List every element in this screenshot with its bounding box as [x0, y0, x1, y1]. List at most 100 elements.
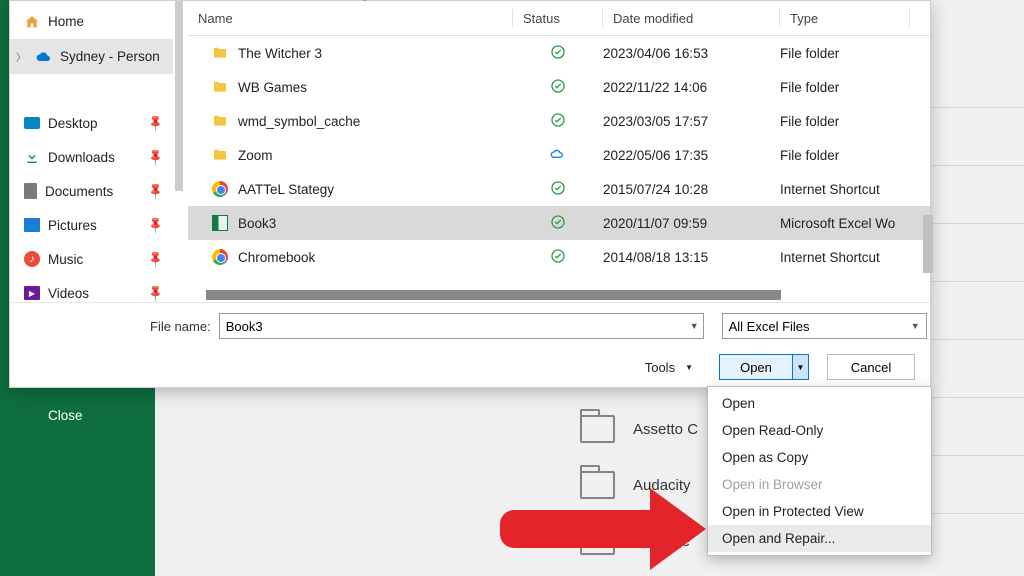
- sidebar-item-label: Downloads: [48, 150, 115, 165]
- tools-button[interactable]: Tools▼: [637, 356, 701, 379]
- column-header-name[interactable]: Name: [188, 1, 513, 35]
- status-check-icon: [550, 248, 566, 267]
- cancel-button[interactable]: Cancel: [827, 354, 915, 380]
- chrome-icon: [212, 181, 228, 197]
- sidebar-item-documents[interactable]: Documents📌: [10, 174, 173, 208]
- file-type: Microsoft Excel Wo: [780, 216, 910, 231]
- folder-icon: [212, 113, 228, 129]
- file-name: wmd_symbol_cache: [238, 114, 360, 129]
- status-check-icon: [550, 78, 566, 97]
- sidebar-item-personal[interactable]: 〉 Sydney - Person: [10, 39, 173, 74]
- horizontal-scrollbar[interactable]: [206, 290, 916, 300]
- file-row[interactable]: WB Games 2022/11/22 14:06File folder: [188, 70, 930, 104]
- open-options-menu: Open Open Read-Only Open as Copy Open in…: [707, 386, 932, 556]
- menu-item-open-protected[interactable]: Open in Protected View: [708, 498, 931, 525]
- file-type: File folder: [780, 114, 910, 129]
- music-icon: ♪: [24, 251, 40, 267]
- chevron-down-icon: ▼: [685, 363, 693, 372]
- excel-icon: [212, 215, 228, 231]
- close-label[interactable]: Close: [48, 408, 83, 423]
- file-row[interactable]: The Witcher 3 2023/04/06 16:53File folder: [188, 36, 930, 70]
- cloud-icon: [36, 49, 52, 65]
- column-header-status[interactable]: Status: [513, 1, 603, 35]
- open-split-button[interactable]: Open ▼: [719, 354, 809, 380]
- file-type: File folder: [780, 80, 910, 95]
- menu-item-open-copy[interactable]: Open as Copy: [708, 444, 931, 471]
- file-row[interactable]: Book3 2020/11/07 09:59Microsoft Excel Wo: [188, 206, 930, 240]
- download-icon: [24, 149, 40, 165]
- sidebar-item-label: Videos: [48, 286, 89, 301]
- menu-item-open-readonly[interactable]: Open Read-Only: [708, 417, 931, 444]
- file-date: 2014/08/18 13:15: [603, 250, 780, 265]
- sidebar-item-label: Documents: [45, 184, 113, 199]
- file-name: WB Games: [238, 80, 307, 95]
- folder-icon: [212, 147, 228, 163]
- sidebar-item-home[interactable]: Home: [10, 4, 173, 39]
- file-date: 2023/04/06 16:53: [603, 46, 780, 61]
- dialog-footer: File name: ▼ All Excel Files ▼ Tools▼ Op…: [10, 302, 930, 387]
- status-check-icon: [550, 112, 566, 131]
- file-date: 2022/11/22 14:06: [603, 80, 780, 95]
- file-type: File folder: [780, 148, 910, 163]
- chrome-icon: [212, 249, 228, 265]
- column-header-type[interactable]: Type: [780, 1, 910, 35]
- file-name: Chromebook: [238, 250, 315, 265]
- file-name: AATTeL Stategy: [238, 182, 334, 197]
- status-check-icon: [550, 214, 566, 233]
- file-row[interactable]: wmd_symbol_cache 2023/03/05 17:57File fol…: [188, 104, 930, 138]
- pin-icon: 📌: [145, 215, 165, 235]
- menu-item-open-repair[interactable]: Open and Repair...: [708, 525, 931, 552]
- sidebar-item-downloads[interactable]: Downloads 📌: [10, 140, 173, 174]
- file-row[interactable]: Zoom 2022/05/06 17:35File folder: [188, 138, 930, 172]
- file-name: Zoom: [238, 148, 273, 163]
- sidebar-scrollbar[interactable]: [175, 1, 183, 191]
- pin-icon: 📌: [145, 147, 165, 167]
- column-headers: Name Status Date modified Type: [188, 1, 930, 36]
- menu-item-open[interactable]: Open: [708, 390, 931, 417]
- home-icon: [24, 14, 40, 30]
- file-date: 2015/07/24 10:28: [603, 182, 780, 197]
- folder-outline-icon: [580, 415, 615, 443]
- file-date: 2020/11/07 09:59: [603, 216, 780, 231]
- folder-icon: [212, 45, 228, 61]
- file-row[interactable]: Chromebook 2014/08/18 13:15Internet Short…: [188, 240, 930, 274]
- desktop-icon: [24, 117, 40, 129]
- file-date: 2023/03/05 17:57: [603, 114, 780, 129]
- open-button[interactable]: Open: [720, 355, 792, 379]
- filetype-dropdown[interactable]: All Excel Files ▼: [722, 313, 927, 339]
- sidebar: Home 〉 Sydney - Person Desktop📌 Download…: [10, 1, 173, 303]
- chevron-right-icon: 〉: [16, 49, 26, 64]
- pin-icon: 📌: [145, 249, 165, 269]
- folder-icon: [212, 79, 228, 95]
- sidebar-item-music[interactable]: ♪Music📌: [10, 242, 173, 276]
- sidebar-item-label: Desktop: [48, 116, 98, 131]
- sidebar-item-label: Pictures: [48, 218, 97, 233]
- file-type: Internet Shortcut: [780, 250, 910, 265]
- sidebar-item-label: Home: [48, 14, 84, 29]
- file-date: 2022/05/06 17:35: [603, 148, 780, 163]
- status-check-icon: [550, 44, 566, 63]
- file-list: ˆ Name Status Date modified Type The Wit…: [188, 1, 930, 303]
- status-cloud-icon: [550, 146, 566, 165]
- video-icon: ▶: [24, 286, 40, 300]
- document-icon: [24, 183, 37, 199]
- filetype-label: All Excel Files: [729, 319, 810, 334]
- open-dropdown-toggle[interactable]: ▼: [792, 355, 808, 379]
- column-header-date[interactable]: Date modified: [603, 1, 780, 35]
- file-open-dialog: Home 〉 Sydney - Person Desktop📌 Download…: [9, 0, 931, 388]
- pin-icon: 📌: [145, 283, 165, 303]
- folder-outline-icon: [580, 471, 615, 499]
- filename-input[interactable]: [219, 313, 704, 339]
- bg-folder[interactable]: Assetto C: [580, 415, 698, 443]
- status-check-icon: [550, 180, 566, 199]
- file-name: The Witcher 3: [238, 46, 322, 61]
- sidebar-item-label: Sydney - Person: [60, 49, 160, 64]
- sidebar-item-desktop[interactable]: Desktop📌: [10, 106, 173, 140]
- menu-item-open-browser: Open in Browser: [708, 471, 931, 498]
- filename-label: File name:: [150, 319, 211, 334]
- file-name: Book3: [238, 216, 276, 231]
- file-type: File folder: [780, 46, 910, 61]
- file-row[interactable]: AATTeL Stategy2015/07/24 10:28Internet S…: [188, 172, 930, 206]
- sidebar-item-pictures[interactable]: Pictures 📌: [10, 208, 173, 242]
- vertical-scrollbar[interactable]: [923, 215, 933, 273]
